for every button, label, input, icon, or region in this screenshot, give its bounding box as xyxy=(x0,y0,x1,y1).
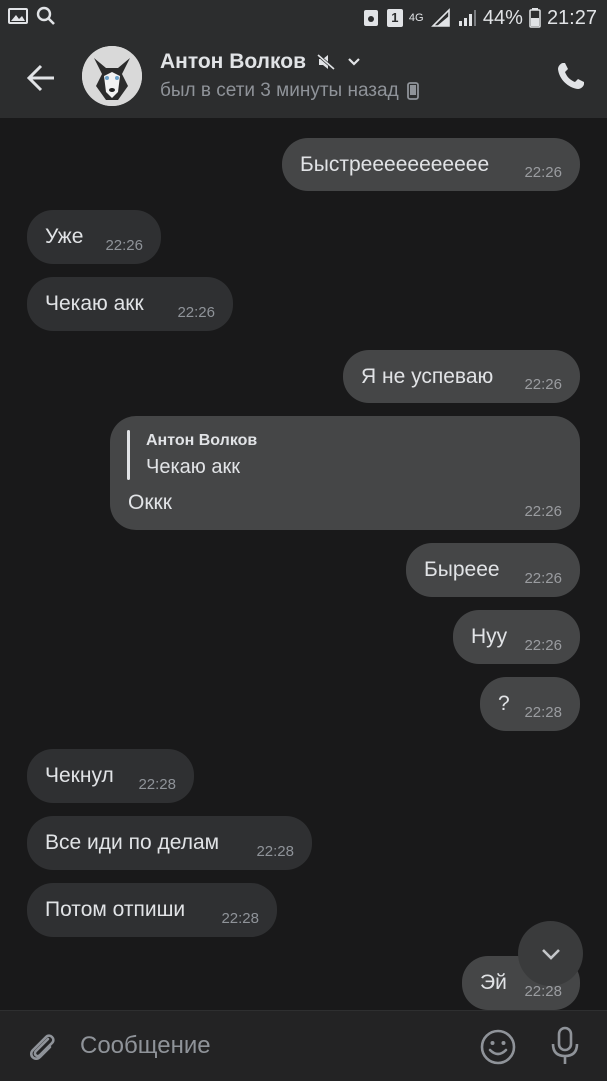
message-text: ? xyxy=(498,692,510,715)
mobile-icon xyxy=(406,82,419,100)
chevron-down-icon[interactable] xyxy=(346,54,362,70)
battery-percent: 44% xyxy=(482,7,523,29)
network-type: 4G xyxy=(408,11,424,24)
message-text: Уже xyxy=(45,225,84,248)
message-text: Быстреееееееееее xyxy=(300,153,490,176)
message-bubble[interactable]: Уже 22:26 xyxy=(27,210,161,264)
message-input[interactable] xyxy=(78,1025,462,1067)
clock: 21:27 xyxy=(546,7,597,29)
back-arrow-icon[interactable] xyxy=(22,58,62,98)
scroll-down-button[interactable] xyxy=(518,921,583,986)
signal-icon xyxy=(430,8,450,27)
message-time: 22:28 xyxy=(524,704,562,721)
signal-icon-2 xyxy=(458,10,476,26)
message-time: 22:28 xyxy=(138,776,176,793)
message-text: Потом отпиши xyxy=(45,898,186,921)
message-bubble[interactable]: Я не успеваю 22:26 xyxy=(343,350,580,403)
message-time: 22:26 xyxy=(524,164,562,181)
message-time: 22:26 xyxy=(524,637,562,654)
message-bubble[interactable]: ? 22:28 xyxy=(480,677,580,731)
chevron-down-icon xyxy=(541,948,560,960)
message-text: Нуу xyxy=(471,625,508,648)
message-list[interactable]: Быстреееееееееее 22:26 Уже 22:26 Чекаю а… xyxy=(0,118,607,1010)
microphone-icon[interactable] xyxy=(548,1026,582,1066)
battery-icon xyxy=(529,8,541,28)
emoji-icon[interactable] xyxy=(479,1028,517,1066)
contact-name-row[interactable]: Антон Волков xyxy=(160,50,362,74)
last-seen-status: был в сети 3 минуты назад xyxy=(160,80,399,101)
message-text: Оккк xyxy=(128,491,172,514)
message-bubble[interactable]: Чекнул 22:28 xyxy=(27,749,194,803)
message-text: Чекаю акк xyxy=(45,292,144,315)
muted-icon xyxy=(317,53,335,71)
search-icon xyxy=(36,6,55,25)
paperclip-icon[interactable] xyxy=(24,1029,60,1065)
message-time: 22:28 xyxy=(524,983,562,1000)
message-bubble[interactable]: Нуу 22:26 xyxy=(453,610,580,664)
message-time: 22:26 xyxy=(177,304,215,321)
message-time: 22:28 xyxy=(256,843,294,860)
message-time: 22:26 xyxy=(524,376,562,393)
message-time: 22:26 xyxy=(524,570,562,587)
message-bubble[interactable]: Быстреееееееееее 22:26 xyxy=(282,138,580,191)
message-bubble[interactable]: Все иди по делам 22:28 xyxy=(27,816,312,870)
status-left xyxy=(8,6,56,26)
message-time: 22:28 xyxy=(221,910,259,927)
sim-badge: 1 xyxy=(386,9,403,27)
husky-avatar-icon xyxy=(82,46,142,106)
recycle-icon xyxy=(363,10,378,26)
contact-status-row: был в сети 3 минуты назад xyxy=(160,80,419,102)
gallery-icon xyxy=(8,8,28,24)
reply-message-bubble[interactable]: Антон Волков Чекаю акк Оккк 22:26 xyxy=(110,416,580,530)
phone-icon[interactable] xyxy=(555,60,587,92)
message-text: Эй xyxy=(480,971,507,994)
message-text: Все иди по делам xyxy=(45,831,220,854)
reply-quote-bar xyxy=(127,430,130,480)
reply-author: Антон Волков xyxy=(146,432,258,449)
message-bubble[interactable]: Потом отпиши 22:28 xyxy=(27,883,277,937)
message-text: Чекнул xyxy=(45,764,114,787)
chat-header: Антон Волков был в сети 3 минуты назад xyxy=(0,36,607,118)
message-time: 22:26 xyxy=(524,503,562,520)
message-composer xyxy=(0,1010,607,1081)
reply-quoted-text: Чекаю акк xyxy=(146,456,240,478)
message-bubble[interactable]: Чекаю акк 22:26 xyxy=(27,277,233,331)
contact-name: Антон Волков xyxy=(160,50,306,73)
status-bar: 1 4G 44% 21:27 xyxy=(0,0,607,36)
message-text: Быреее xyxy=(424,558,500,581)
message-time: 22:26 xyxy=(105,237,143,254)
status-right: 1 4G 44% 21:27 xyxy=(361,6,597,30)
message-text: Я не успеваю xyxy=(361,365,494,388)
message-bubble[interactable]: Быреее 22:26 xyxy=(406,543,580,597)
avatar[interactable] xyxy=(82,46,142,106)
